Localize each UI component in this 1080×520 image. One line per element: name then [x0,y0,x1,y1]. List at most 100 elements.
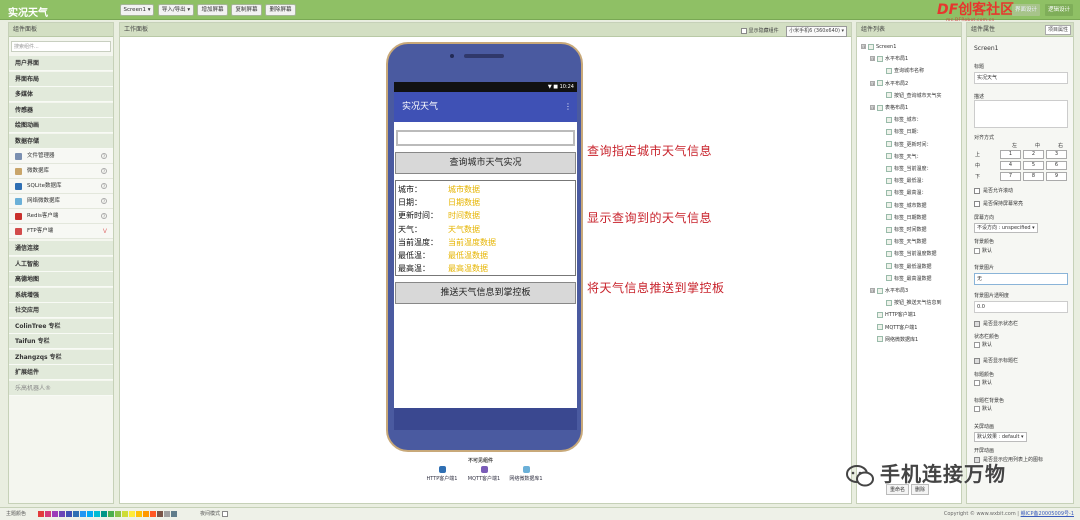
palette-category[interactable]: 乐高机器人® [9,380,113,396]
palette-category[interactable]: 多媒体 [9,87,113,102]
keep-on-checkbox[interactable] [974,200,980,207]
tree-node[interactable]: ⊟ 水平布局3 [870,287,908,296]
palette-category[interactable]: 界面布局 [9,71,113,87]
overflow-menu-icon[interactable]: ⋮ [564,92,572,122]
tree-node[interactable]: 按钮_推送天气信息到 [879,299,942,308]
palette-category[interactable]: 绘图动画 [9,118,113,133]
prop-desc-textarea[interactable] [974,100,1068,128]
palette-item[interactable]: SQLite数据库? [9,179,113,194]
theme-swatch[interactable] [143,511,149,517]
help-icon[interactable]: ? [101,168,107,174]
city-name-input[interactable] [396,130,575,146]
vip-badge[interactable]: V [103,224,107,239]
show-title-checkbox[interactable] [974,357,980,364]
theme-swatch[interactable] [129,511,135,517]
align-cell[interactable]: 7 [1000,172,1021,181]
blocks-button[interactable]: 逻辑设计 [1045,4,1074,16]
palette-item[interactable]: 微数据库? [9,164,113,179]
help-icon[interactable]: ? [101,153,107,159]
align-cell[interactable]: 9 [1046,172,1067,181]
nonvisible-component[interactable]: HTTP客户端1 [420,466,464,482]
tree-toggle-icon[interactable]: ⊟ [861,44,866,49]
tree-node[interactable]: 标签_最高温： [879,189,927,198]
palette-category[interactable]: ColinTree 专栏 [9,318,113,334]
tree-node[interactable]: 网络微数据库1 [870,336,918,345]
theme-swatch[interactable] [80,511,86,517]
palette-search-input[interactable]: 搜索组件... [11,41,111,52]
palette-item[interactable]: Redis客户端? [9,209,113,224]
designer-button[interactable]: 界面设计 [1012,4,1041,16]
help-icon[interactable]: ? [101,213,107,219]
help-icon[interactable]: ? [101,198,107,204]
tree-toggle-icon[interactable]: ⊟ [870,80,875,86]
palette-category[interactable]: Taifun 专栏 [9,334,113,349]
theme-swatch[interactable] [52,511,58,517]
palette-category[interactable]: 人工智能 [9,256,113,272]
tree-node[interactable]: ⊟ Screen1 [861,43,896,52]
show-status-checkbox[interactable] [974,320,980,327]
align-cell[interactable]: 6 [1046,161,1067,170]
add-screen-button[interactable]: 增加屏幕 [197,4,228,16]
tree-node[interactable]: 标签_最低温： [879,177,927,186]
theme-swatch[interactable] [122,511,128,517]
theme-swatch[interactable] [171,511,177,517]
theme-swatch[interactable] [150,511,156,517]
theme-swatch[interactable] [115,511,121,517]
nonvisible-component[interactable]: 网络微数据库1 [504,466,548,482]
align-cell[interactable]: 1 [1000,150,1021,159]
bgimg-input[interactable]: 无 [974,273,1068,285]
delete-screen-button[interactable]: 删除屏幕 [265,4,296,16]
tree-node[interactable]: 标签_城市数据 [879,202,927,211]
tree-node[interactable]: 标签_当前温度： [879,165,932,174]
show-hidden-checkbox[interactable] [740,27,747,34]
theme-swatch[interactable] [101,511,107,517]
tree-node[interactable]: HTTP客户端1 [870,311,916,320]
palette-category[interactable]: 社交应用 [9,303,113,318]
import-export-button[interactable]: 导入/导出 ▾ [158,4,194,16]
theme-swatch[interactable] [66,511,72,517]
night-mode-checkbox[interactable] [222,510,229,517]
theme-swatch[interactable] [94,511,100,517]
align-cell[interactable]: 4 [1000,161,1021,170]
tree-node[interactable]: 标签_当前温度数据 [879,250,937,259]
align-cell[interactable]: 2 [1023,150,1044,159]
allow-scroll-checkbox[interactable] [974,187,980,194]
theme-swatch[interactable] [87,511,93,517]
icp-link[interactable]: 赣ICP备20005009号-1 [1021,511,1074,517]
anim-select[interactable]: 默认效果 : default ▾ [974,432,1027,442]
tree-node[interactable]: 标签_日期： [879,128,922,137]
palette-category[interactable]: 高德地图 [9,272,113,287]
nonvisible-component[interactable]: MQTT客户端1 [462,466,506,482]
tree-node[interactable]: 查询城市名称 [879,67,924,76]
palette-category[interactable]: Zhangzqs 专栏 [9,349,113,365]
align-cell[interactable]: 3 [1046,150,1067,159]
project-props-tab[interactable]: 项目属性 [1044,25,1071,35]
align-cell[interactable]: 8 [1023,172,1044,181]
palette-category[interactable]: 通信连接 [9,241,113,256]
query-weather-button[interactable]: 查询城市天气实况 [395,152,576,174]
theme-swatch[interactable] [59,511,65,517]
orientation-select[interactable]: 不设方向 : unspecified ▾ [974,223,1038,233]
tree-node[interactable]: ⊟ 表格布局1 [870,104,908,113]
screen-select[interactable]: Screen1 ▾ [120,4,154,16]
tree-node[interactable]: 按钮_查询城市天气实 [879,92,942,101]
theme-swatch[interactable] [73,511,79,517]
tree-node[interactable]: 标签_最高温数据 [879,275,932,284]
prop-title-input[interactable]: 实况天气 [974,72,1068,84]
copy-screen-button[interactable]: 复制屏幕 [231,4,262,16]
bgimg-alpha-input[interactable]: 0.0 [974,301,1068,313]
tree-node[interactable]: ⊟ 水平布局1 [870,55,908,64]
tree-node[interactable]: 标签_天气数据 [879,238,927,247]
tree-toggle-icon[interactable]: ⊟ [870,288,875,293]
help-icon[interactable]: ? [101,183,107,189]
align-cell[interactable]: 5 [1023,161,1044,170]
theme-swatch[interactable] [157,511,163,517]
palette-category[interactable]: 数据存储 [9,133,113,149]
push-weather-button[interactable]: 推送天气信息到掌控板 [395,282,576,304]
theme-swatch[interactable] [136,511,142,517]
tree-node[interactable]: 标签_更新时间： [879,141,932,150]
tree-node[interactable]: ⊟ 水平布局2 [870,80,908,89]
theme-swatch[interactable] [38,511,44,517]
tree-node[interactable]: 标签_时间数据 [879,226,927,235]
tree-toggle-icon[interactable]: ⊟ [870,105,875,110]
